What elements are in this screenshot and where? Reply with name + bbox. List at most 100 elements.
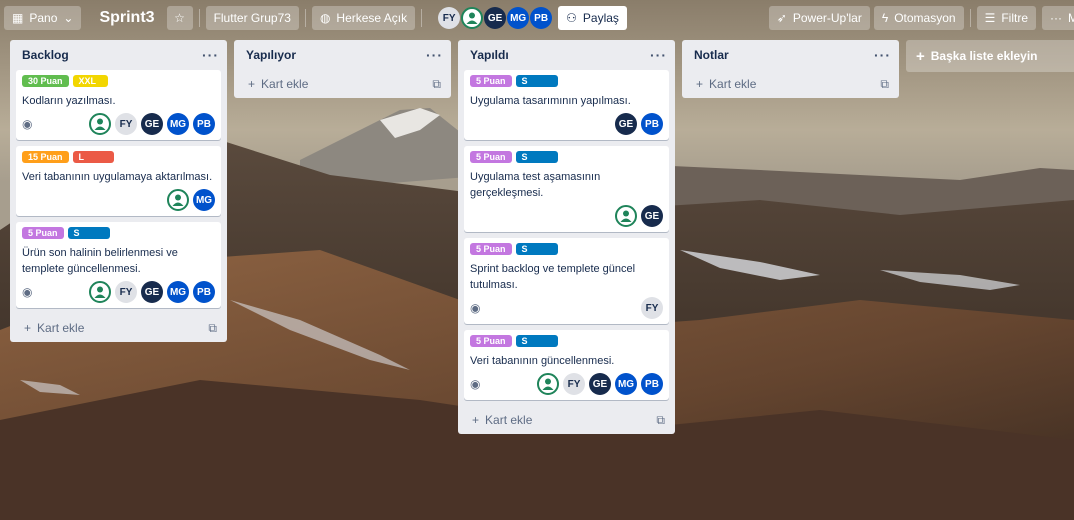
eye-icon: ◉	[22, 285, 33, 299]
eye-icon: ◉	[22, 117, 33, 131]
template-icon[interactable]: ⧉	[656, 413, 665, 428]
avatar[interactable]: GE	[141, 113, 163, 135]
filter-button[interactable]: ☰ Filtre	[976, 6, 1036, 30]
list-yapiliyor: Yapılıyor ··· + Kart ekle ⧉	[234, 40, 451, 98]
list-header: Backlog ···	[10, 40, 227, 70]
avatar[interactable]: GE	[641, 205, 663, 227]
eye-icon: ◉	[470, 377, 481, 391]
card[interactable]: 5 Puan S Veri tabanının güncellenmesi. ◉…	[464, 330, 669, 400]
template-icon[interactable]: ⧉	[208, 321, 217, 336]
avatar[interactable]: GE	[141, 281, 163, 303]
board-switcher-button[interactable]: ▦ Pano ⌄	[4, 6, 82, 30]
more-button[interactable]: ··· M	[1042, 6, 1074, 30]
card[interactable]: 5 Puan S Uygulama test aşamasının gerçek…	[464, 146, 669, 232]
card[interactable]: 15 Puan L Veri tabanının uygulamaya akta…	[16, 146, 221, 216]
add-card-button[interactable]: + Kart ekle	[24, 321, 84, 335]
avatar[interactable]: MG	[615, 373, 637, 395]
avatar[interactable]: MG	[507, 7, 530, 29]
avatar-user-icon[interactable]	[89, 113, 111, 135]
powerups-button[interactable]: ➶ Power-Up'lar	[768, 6, 870, 30]
add-card-button[interactable]: + Kart ekle	[472, 413, 532, 427]
workspace-button[interactable]: Flutter Grup73	[205, 6, 299, 30]
avatar-user-icon[interactable]	[537, 373, 559, 395]
more-label: M	[1068, 11, 1074, 25]
card-label[interactable]: 5 Puan	[22, 227, 64, 239]
avatar[interactable]: FY	[115, 281, 137, 303]
add-card-label: Kart ekle	[709, 77, 757, 91]
avatar[interactable]: GE	[589, 373, 611, 395]
avatar[interactable]: PB	[641, 113, 663, 135]
avatar[interactable]: PB	[530, 7, 553, 29]
board-title[interactable]: Sprint3	[81, 9, 166, 27]
avatar[interactable]: MG	[193, 189, 215, 211]
avatar-user-icon[interactable]	[167, 189, 189, 211]
share-label: Paylaş	[582, 11, 619, 25]
list-title[interactable]: Backlog	[22, 48, 69, 62]
more-horizontal-icon[interactable]: ···	[874, 47, 891, 63]
card-label[interactable]: 5 Puan	[470, 335, 512, 347]
card-label[interactable]: S	[515, 335, 558, 347]
avatar[interactable]: PB	[641, 373, 663, 395]
automation-label: Otomasyon	[894, 11, 956, 25]
add-card-label: Kart ekle	[261, 77, 309, 91]
card-label[interactable]: S	[515, 151, 558, 163]
avatar[interactable]: MG	[167, 113, 189, 135]
avatar[interactable]: FY	[115, 113, 137, 135]
avatar[interactable]: PB	[193, 281, 215, 303]
avatar[interactable]: PB	[193, 113, 215, 135]
more-horizontal-icon[interactable]: ···	[426, 47, 443, 63]
avatar[interactable]: FY	[641, 297, 663, 319]
list-title[interactable]: Yapılıyor	[246, 48, 296, 62]
add-list-button[interactable]: + Başka liste ekleyin	[906, 40, 1074, 72]
avatar[interactable]: FY	[563, 373, 585, 395]
list-header: Yapıldı ···	[458, 40, 675, 70]
add-card-button[interactable]: + Kart ekle	[248, 77, 308, 91]
card[interactable]: 5 Puan S Uygulama tasarımının yapılması.…	[464, 70, 669, 140]
globe-icon: ◍	[319, 11, 331, 25]
card[interactable]: 5 Puan S Ürün son halinin belirlenmesi v…	[16, 222, 221, 308]
list-title[interactable]: Notlar	[694, 48, 729, 62]
card-title: Ürün son halinin belirlenmesi ve templet…	[22, 247, 178, 275]
plus-icon: +	[472, 413, 480, 427]
board-header: ▦ Pano ⌄ Sprint3 ☆ Flutter Grup73 ◍ Herk…	[0, 0, 1074, 36]
avatar-user-icon[interactable]	[461, 7, 484, 29]
more-horizontal-icon[interactable]: ···	[650, 47, 667, 63]
automation-button[interactable]: ϟ Otomasyon	[873, 6, 964, 30]
add-card-button[interactable]: + Kart ekle	[696, 77, 756, 91]
filter-icon: ☰	[984, 11, 996, 25]
divider	[969, 9, 971, 27]
avatar[interactable]: MG	[167, 281, 189, 303]
card-label[interactable]: S	[515, 75, 558, 87]
template-icon[interactable]: ⧉	[432, 77, 441, 92]
card-label[interactable]: 15 Puan	[22, 151, 69, 163]
divider	[421, 9, 423, 27]
share-button[interactable]: ⚇ Paylaş	[558, 6, 627, 30]
lightning-icon: ϟ	[881, 11, 889, 25]
card[interactable]: 30 Puan XXL Kodların yazılması. ◉ FY GE …	[16, 70, 221, 140]
rocket-icon: ➶	[776, 11, 787, 25]
more-icon: ···	[1050, 11, 1062, 25]
template-icon[interactable]: ⧉	[880, 77, 889, 92]
visibility-button[interactable]: ◍ Herkese Açık	[311, 6, 416, 30]
list-backlog: Backlog ··· 30 Puan XXL Kodların yazılma…	[10, 40, 227, 342]
card[interactable]: 5 Puan S Sprint backlog ve templete günc…	[464, 238, 669, 324]
card-label[interactable]: L	[72, 151, 115, 163]
avatar[interactable]: GE	[615, 113, 637, 135]
card-label[interactable]: 5 Puan	[470, 75, 512, 87]
card-label[interactable]: S	[515, 243, 558, 255]
avatar[interactable]: FY	[438, 7, 461, 29]
star-button[interactable]: ☆	[166, 6, 193, 30]
user-add-icon: ⚇	[566, 11, 577, 25]
card-label[interactable]: 30 Puan	[22, 75, 69, 87]
avatar-user-icon[interactable]	[89, 281, 111, 303]
filter-label: Filtre	[1001, 11, 1028, 25]
card-label[interactable]: 5 Puan	[470, 151, 512, 163]
avatar-user-icon[interactable]	[615, 205, 637, 227]
card-label[interactable]: 5 Puan	[470, 243, 512, 255]
card-label[interactable]: S	[67, 227, 110, 239]
avatar[interactable]: GE	[484, 7, 507, 29]
list-title[interactable]: Yapıldı	[470, 48, 509, 62]
more-horizontal-icon[interactable]: ···	[202, 47, 219, 63]
card-label[interactable]: XXL	[72, 75, 109, 87]
plus-icon: +	[916, 47, 925, 65]
